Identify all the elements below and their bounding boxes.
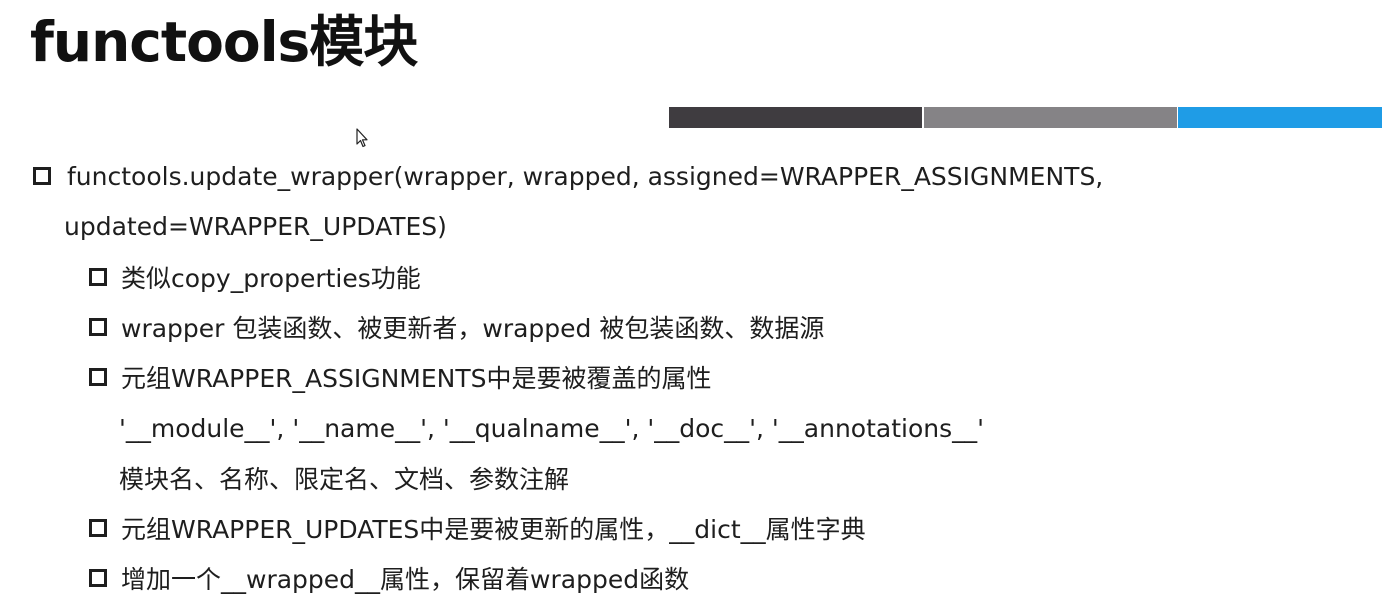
bullet-text: '__module__', '__name__', '__qualname__'… bbox=[119, 413, 985, 443]
bullet-text: 类似copy_properties功能 bbox=[121, 264, 421, 293]
list-item: 增加一个__wrapped__属性，保留着wrapped函数 bbox=[89, 553, 689, 603]
bullet-text: 增加一个__wrapped__属性，保留着wrapped函数 bbox=[121, 565, 690, 594]
square-bullet-icon bbox=[33, 167, 51, 185]
decorative-bar-blue bbox=[1178, 107, 1382, 128]
list-item: 类似copy_properties功能 bbox=[89, 252, 421, 302]
decorative-bar-gray bbox=[924, 107, 1177, 128]
bullet-text: wrapper 包装函数、被更新者，wrapped 被包装函数、数据源 bbox=[121, 314, 825, 343]
list-item-continuation: '__module__', '__name__', '__qualname__'… bbox=[119, 403, 984, 453]
decorative-bar-dark bbox=[669, 107, 922, 128]
square-bullet-icon bbox=[89, 519, 107, 537]
list-item-continuation: updated=WRAPPER_UPDATES) bbox=[64, 201, 447, 251]
bullet-text: updated=WRAPPER_UPDATES) bbox=[64, 211, 447, 241]
page-title: functools模块 bbox=[30, 10, 418, 74]
square-bullet-icon bbox=[89, 268, 107, 286]
bullet-text: functools.update_wrapper(wrapper, wrappe… bbox=[67, 161, 1104, 191]
list-item-continuation: 模块名、名称、限定名、文档、参数注解 bbox=[119, 453, 569, 503]
bullet-text: 元组WRAPPER_UPDATES中是要被更新的属性，__dict__属性字典 bbox=[121, 515, 866, 544]
square-bullet-icon bbox=[89, 368, 107, 386]
mouse-pointer-icon bbox=[356, 128, 368, 148]
list-item: wrapper 包装函数、被更新者，wrapped 被包装函数、数据源 bbox=[89, 302, 824, 352]
list-item: 元组WRAPPER_UPDATES中是要被更新的属性，__dict__属性字典 bbox=[89, 503, 866, 553]
list-item: 元组WRAPPER_ASSIGNMENTS中是要被覆盖的属性 bbox=[89, 352, 712, 402]
bullet-text: 模块名、名称、限定名、文档、参数注解 bbox=[119, 465, 570, 494]
square-bullet-icon bbox=[89, 569, 107, 587]
square-bullet-icon bbox=[89, 318, 107, 336]
bullet-text: 元组WRAPPER_ASSIGNMENTS中是要被覆盖的属性 bbox=[121, 364, 712, 393]
list-item: functools.update_wrapper(wrapper, wrappe… bbox=[33, 151, 1103, 201]
